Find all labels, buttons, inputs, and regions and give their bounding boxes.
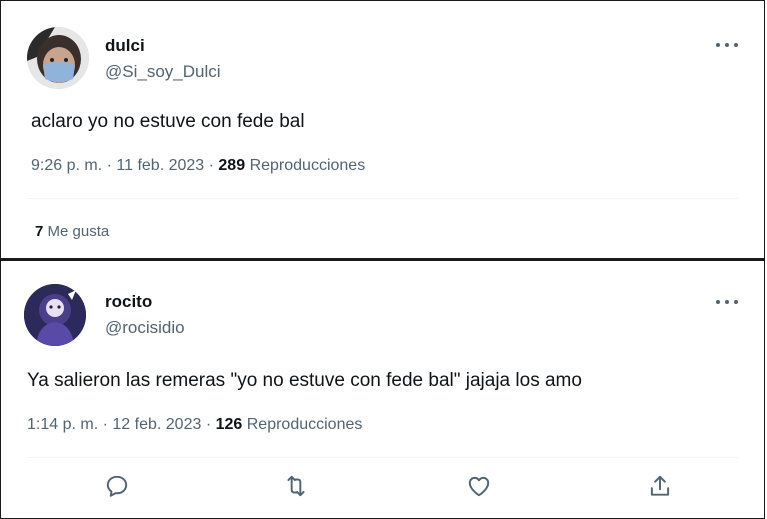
avatar-image	[27, 27, 89, 89]
avatar[interactable]	[24, 284, 86, 346]
views-label: Reproducciones	[249, 157, 366, 174]
tweet-time[interactable]: 1:14 p. m.	[27, 416, 98, 433]
avatar[interactable]	[27, 27, 89, 89]
tweet-card: rocito @rocisidio Ya salieron las remera…	[0, 259, 765, 519]
share-icon[interactable]	[647, 473, 675, 501]
display-name[interactable]: rocito	[105, 292, 152, 312]
separator: ·	[102, 416, 108, 433]
reply-icon[interactable]	[104, 473, 132, 501]
more-icon[interactable]	[716, 40, 738, 50]
likes-count: 7	[35, 223, 44, 240]
views-count: 289	[218, 157, 246, 174]
likes-label: Me gusta	[47, 223, 110, 240]
views-label: Reproducciones	[246, 416, 363, 433]
avatar-image	[24, 284, 86, 346]
user-handle[interactable]: @Si_soy_Dulci	[105, 62, 221, 82]
separator: ·	[208, 157, 214, 174]
divider	[27, 457, 738, 458]
tweet-date[interactable]: 11 feb. 2023	[116, 157, 204, 174]
separator: ·	[106, 157, 112, 174]
user-handle[interactable]: @rocisidio	[105, 318, 185, 338]
retweet-icon[interactable]	[283, 473, 311, 501]
likes-summary[interactable]: 7 Me gusta	[35, 223, 109, 240]
action-bar	[1, 473, 764, 503]
display-name[interactable]: dulci	[105, 36, 145, 56]
separator: ·	[205, 416, 212, 433]
tweet-text: Ya salieron las remeras "yo no estuve co…	[27, 370, 582, 391]
tweet-card: dulci @Si_soy_Dulci aclaro yo no estuve …	[0, 0, 765, 260]
heart-icon[interactable]	[466, 473, 494, 501]
divider	[27, 198, 738, 199]
tweet-meta: 9:26 p. m. · 11 feb. 2023 · 289 Reproduc…	[31, 157, 365, 175]
views-count: 126	[215, 416, 243, 433]
tweet-text: aclaro yo no estuve con fede bal	[31, 111, 305, 132]
tweet-meta: 1:14 p. m. · 12 feb. 2023 · 126 Reproduc…	[27, 416, 362, 434]
tweet-time[interactable]: 9:26 p. m.	[31, 157, 102, 174]
tweet-date[interactable]: 12 feb. 2023	[112, 416, 201, 433]
more-icon[interactable]	[716, 297, 738, 307]
